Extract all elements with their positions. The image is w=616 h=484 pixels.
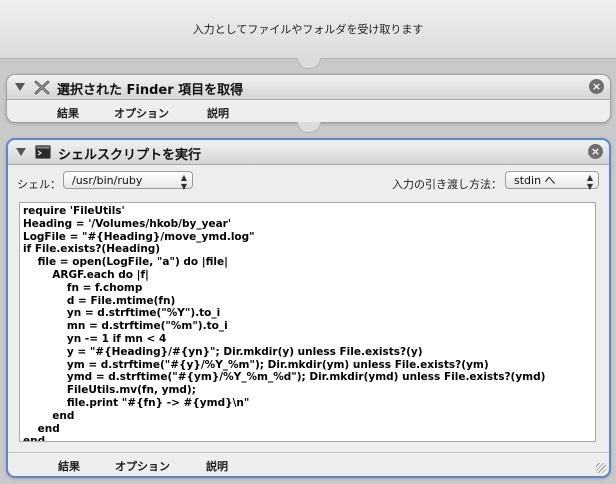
action-tabs: 結果 オプション 説明 [8,452,609,475]
script-line: d = File.mtime(fn) [23,294,176,307]
action-title: シェルスクリプトを実行 [58,148,202,163]
action-tabs: 結果 オプション 説明 [7,100,610,122]
tab-results[interactable]: 結果 [57,105,79,121]
script-line: end [23,422,60,435]
shell-options-row: シェル： /usr/bin/ruby ▲ ▼ 入力の引き渡し方法： stdin へ… [8,165,609,195]
action-title-bar[interactable]: シェルスクリプトを実行 × [8,140,609,165]
script-line: fn = f.chomp [23,281,143,294]
action-run-shell-script[interactable]: シェルスクリプトを実行 × シェル： /usr/bin/ruby ▲ ▼ 入力の引… [6,138,611,478]
script-line: yn = d.strftime("%Y").to_i [23,307,221,320]
shell-select-value: /usr/bin/ruby [72,174,143,187]
script-line: mn = d.strftime("%m").to_i [23,320,228,333]
shell-label: シェル： [17,178,61,191]
script-line: Heading = '/Volumes/hkob/by_year' [23,217,232,230]
popup-arrows-icon: ▲ ▼ [586,173,593,191]
script-line: file.print "#{fn} -> #{ymd}\n" [23,396,250,409]
shell-select[interactable]: /usr/bin/ruby ▲ ▼ [63,171,193,191]
workflow-input-label: 入力としてファイルやフォルダを受け取ります [192,23,424,36]
terminal-icon [35,145,51,159]
close-icon[interactable]: × [589,79,604,94]
tab-description[interactable]: 説明 [207,105,229,121]
pass-input-label: 入力の引き渡し方法： [392,178,502,191]
disclosure-triangle-icon[interactable] [15,83,25,91]
disclosure-triangle-icon[interactable] [16,148,26,156]
script-line: require 'FileUtils' [23,205,125,217]
script-line: if File.exists?(Heading) [23,243,161,256]
script-line: ymd = d.strftime("#{ym}/%Y_%m_%d"); Dir.… [23,371,546,384]
popup-arrows-icon: ▲ ▼ [180,173,187,191]
script-editor[interactable]: require 'FileUtils' Heading = '/Volumes/h… [19,202,596,442]
script-line: ARGF.each do |f| [23,268,149,281]
script-line: end [23,409,75,422]
action-title-bar[interactable]: 選択された Finder 項目を取得 × [7,75,610,100]
resize-handle[interactable] [596,463,606,473]
action-get-finder-items[interactable]: 選択された Finder 項目を取得 × 結果 オプション 説明 [6,74,611,123]
script-line: file = open(LogFile, "a") do |file| [23,256,228,269]
script-line: FileUtils.mv(fn, ymd); [23,384,196,397]
action-title: 選択された Finder 項目を取得 [57,83,244,98]
script-line: ym = d.strftime("#{y}/%Y_%m"); Dir.mkdir… [23,358,489,371]
tab-results[interactable]: 結果 [58,458,80,474]
workflow-input-header: 入力としてファイルやフォルダを受け取ります [0,0,616,59]
close-icon[interactable]: × [588,144,603,159]
pass-input-select[interactable]: stdin へ ▲ ▼ [505,171,599,191]
script-line: y = "#{Heading}/#{yn}"; Dir.mkdir(y) unl… [23,345,423,358]
tab-options[interactable]: オプション [115,458,170,474]
script-line: end [23,435,46,442]
tab-options[interactable]: オプション [114,105,169,121]
pass-input-select-value: stdin へ [514,174,556,187]
script-line: yn -= 1 if mn < 4 [23,332,167,345]
script-line: LogFile = "#{Heading}/move_ymd.log" [23,230,255,243]
tab-description[interactable]: 説明 [206,458,228,474]
finder-x-icon [34,80,50,95]
